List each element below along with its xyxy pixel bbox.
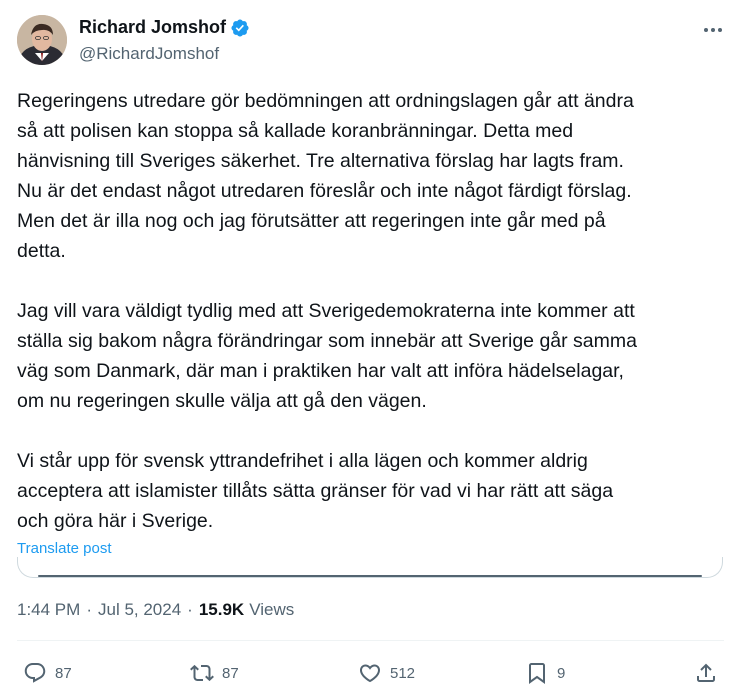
- reply-count: 87: [55, 664, 72, 682]
- post-time[interactable]: 1:44 PM: [17, 600, 80, 620]
- author-handle[interactable]: @RichardJomshof: [79, 44, 219, 64]
- reply-button[interactable]: 87: [23, 661, 72, 685]
- post-paragraph: Regeringens utredare gör bedömningen att…: [17, 90, 634, 262]
- post-metadata: 1:44 PM · Jul 5, 2024 · 15.9K Views: [17, 600, 294, 620]
- share-icon: [697, 663, 715, 682]
- post-date[interactable]: Jul 5, 2024: [98, 600, 181, 620]
- like-icon: [359, 664, 381, 683]
- post-paragraph: Jag vill vara väldigt tydlig med att Sve…: [17, 300, 637, 412]
- repost-count: 87: [222, 664, 239, 682]
- more-icon[interactable]: [701, 18, 725, 42]
- views-count: 15.9K: [198, 600, 245, 619]
- meta-separator: ·: [86, 600, 92, 619]
- verified-badge-icon[interactable]: [230, 18, 250, 38]
- reply-icon: [24, 663, 46, 683]
- post-text: Regeringens utredare gör bedömningen att…: [17, 86, 732, 536]
- translate-post-link[interactable]: Translate post: [17, 540, 112, 557]
- card-divider: [38, 575, 702, 577]
- post-paragraph: Vi står upp för svensk yttrandefrihet i …: [17, 450, 614, 532]
- repost-button[interactable]: 87: [190, 661, 239, 685]
- bookmark-icon: [529, 663, 545, 684]
- repost-icon: [190, 664, 214, 682]
- views-label: Views: [249, 600, 295, 619]
- post-detail: Richard Jomshof @RichardJomshof Regering…: [0, 0, 741, 700]
- like-count: 512: [390, 664, 416, 682]
- share-button[interactable]: [694, 661, 718, 685]
- author-info: Richard Jomshof: [79, 17, 250, 38]
- like-button[interactable]: 512: [358, 661, 415, 685]
- avatar[interactable]: [17, 15, 67, 65]
- divider: [17, 640, 724, 641]
- meta-separator: ·: [187, 600, 193, 619]
- bookmark-button[interactable]: 9: [525, 661, 565, 685]
- author-name[interactable]: Richard Jomshof: [79, 17, 226, 38]
- bookmark-count: 9: [557, 664, 566, 682]
